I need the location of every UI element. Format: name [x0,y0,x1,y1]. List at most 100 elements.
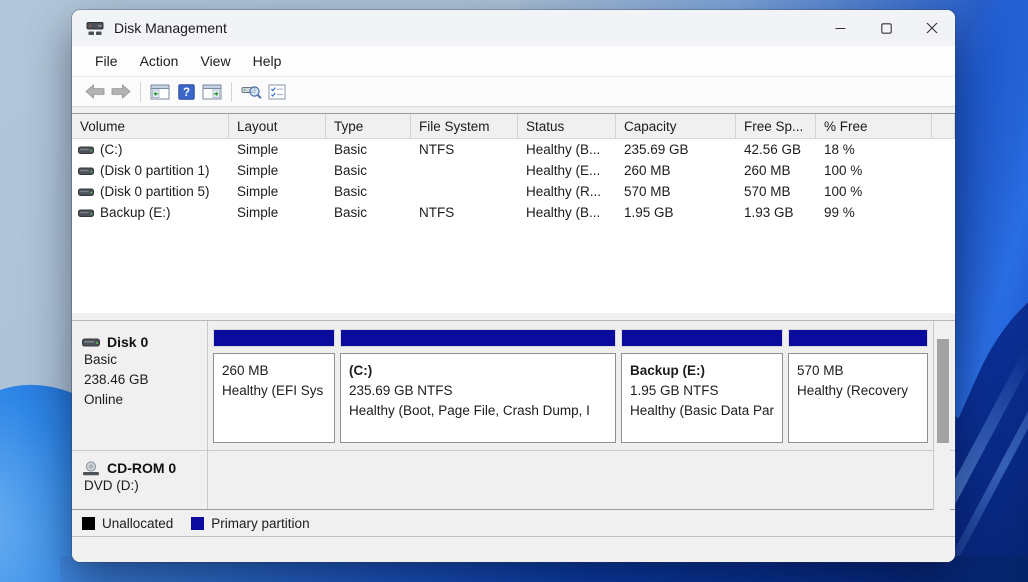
column-header-free-space[interactable]: Free Sp... [736,114,816,138]
disk-management-window: Disk Management File Action View Help [72,10,955,562]
type-cell: Basic [326,139,411,160]
drive-icon [78,166,94,176]
disk0-name: Disk 0 [107,334,148,350]
menu-file[interactable]: File [84,49,129,73]
percent-free-cell: 99 % [816,202,932,223]
column-header-blank [932,114,955,138]
desktop: Disk Management File Action View Help [0,0,1028,582]
layout-cell: Simple [229,139,326,160]
column-header-layout[interactable]: Layout [229,114,326,138]
cdrom0-name: CD-ROM 0 [107,460,176,476]
back-arrow-icon[interactable] [82,80,108,104]
disk0-type: Basic [84,350,207,370]
cdrom0-info[interactable]: CD-ROM 0 DVD (D:) [72,451,208,509]
toolbar: ? [72,77,955,107]
disk-management-app-icon [86,21,104,36]
console-tree-window-icon[interactable] [147,80,173,104]
disk0-row: Disk 0 Basic 238.46 GB Online 260 MB Hea… [72,321,955,451]
legend: Unallocated Primary partition [72,510,955,537]
disk-magnifier-icon[interactable] [238,80,264,104]
capacity-cell: 570 MB [616,181,736,202]
window-controls [817,10,955,46]
capacity-cell: 235.69 GB [616,139,736,160]
type-cell: Basic [326,160,411,181]
partition-recovery[interactable]: 570 MB Healthy (Recovery [788,329,928,443]
menu-view[interactable]: View [189,49,241,73]
column-header-file-system[interactable]: File System [411,114,518,138]
free-space-cell: 42.56 GB [736,139,816,160]
column-header-volume[interactable]: Volume [72,114,229,138]
drive-icon [78,187,94,197]
type-cell: Basic [326,202,411,223]
forward-arrow-icon[interactable] [108,80,134,104]
layout-cell: Simple [229,160,326,181]
titlebar[interactable]: Disk Management [72,10,955,46]
statusbar-strip [72,538,955,562]
close-button[interactable] [909,10,955,46]
cdrom0-row: CD-ROM 0 DVD (D:) [72,451,955,510]
file-system-cell: NTFS [411,202,518,223]
drive-icon [78,145,94,155]
partition-size: 570 MB [797,361,927,381]
volume-row-backup[interactable]: Backup (E:) Simple Basic NTFS Healthy (B… [72,202,955,223]
layout-cell: Simple [229,202,326,223]
primary-partition-bar [340,329,616,347]
action-pane-window-icon[interactable] [199,80,225,104]
volume-cell: Backup (E:) [72,202,229,223]
percent-free-cell: 100 % [816,181,932,202]
unallocated-color-swatch [82,517,95,530]
cdrom0-media: DVD (D:) [84,476,207,496]
scrollbar-thumb[interactable] [937,339,949,443]
primary-partition-bar [788,329,928,347]
primary-partition-bar [213,329,335,347]
cd-rom-icon [82,461,100,476]
maximize-button[interactable] [863,10,909,46]
disk0-status: Online [84,390,207,410]
partition-size: 1.95 GB NTFS [630,381,782,401]
partition-title: Backup (E:) [630,361,782,381]
volume-cell: (C:) [72,139,229,160]
volume-cell: (Disk 0 partition 5) [72,181,229,202]
free-space-cell: 260 MB [736,160,816,181]
percent-free-cell: 18 % [816,139,932,160]
partition-status: Healthy (Recovery [797,381,927,401]
volume-list-panel: Volume Layout Type File System Status Ca… [72,113,955,313]
menu-help[interactable]: Help [242,49,293,73]
column-header-type[interactable]: Type [326,114,411,138]
layout-cell: Simple [229,181,326,202]
disk0-info[interactable]: Disk 0 Basic 238.46 GB Online [72,321,208,450]
partition-title: (C:) [349,361,615,381]
checklist-icon[interactable] [264,80,290,104]
free-space-cell: 1.93 GB [736,202,816,223]
status-cell: Healthy (B... [518,202,616,223]
partition-efi[interactable]: 260 MB Healthy (EFI Sys [213,329,335,443]
volume-row-partition5[interactable]: (Disk 0 partition 5) Simple Basic Health… [72,181,955,202]
minimize-button[interactable] [817,10,863,46]
free-space-cell: 570 MB [736,181,816,202]
vertical-scrollbar[interactable] [933,321,950,510]
volume-table-header: Volume Layout Type File System Status Ca… [72,114,955,139]
file-system-cell: NTFS [411,139,518,160]
capacity-cell: 1.95 GB [616,202,736,223]
volume-row-partition1[interactable]: (Disk 0 partition 1) Simple Basic Health… [72,160,955,181]
status-cell: Healthy (B... [518,139,616,160]
column-header-capacity[interactable]: Capacity [616,114,736,138]
status-cell: Healthy (E... [518,160,616,181]
partition-status: Healthy (Boot, Page File, Crash Dump, I [349,401,615,421]
partition-backup[interactable]: Backup (E:) 1.95 GB NTFS Healthy (Basic … [621,329,783,443]
primary-partition-bar [621,329,783,347]
primary-partition-color-swatch [191,517,204,530]
legend-item-primary-partition: Primary partition [191,516,309,531]
menu-action[interactable]: Action [129,49,190,73]
svg-text:?: ? [182,87,189,99]
partition-status: Healthy (EFI Sys [222,381,334,401]
graphical-view-panel: Disk 0 Basic 238.46 GB Online 260 MB Hea… [72,320,955,510]
column-header-status[interactable]: Status [518,114,616,138]
help-icon[interactable]: ? [173,80,199,104]
capacity-cell: 260 MB [616,160,736,181]
column-header-percent-free[interactable]: % Free [816,114,932,138]
partition-c[interactable]: (C:) 235.69 GB NTFS Healthy (Boot, Page … [340,329,616,443]
volume-row-c[interactable]: (C:) Simple Basic NTFS Healthy (B... 235… [72,139,955,160]
drive-icon [82,337,100,348]
drive-icon [78,208,94,218]
